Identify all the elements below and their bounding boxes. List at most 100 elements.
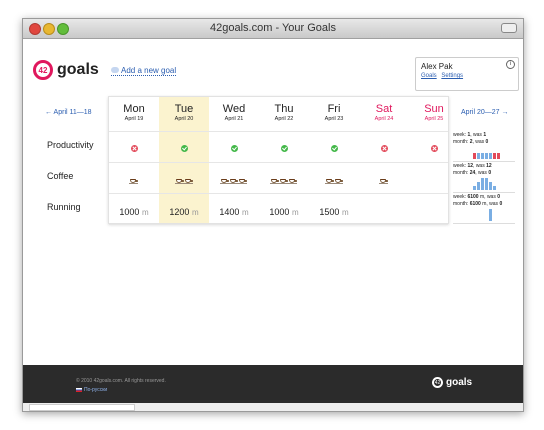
cross-icon <box>430 145 438 153</box>
settings-link[interactable]: Settings <box>441 73 463 79</box>
info-icon[interactable]: i <box>506 60 515 69</box>
footer-logo-badge: 42 <box>432 377 443 388</box>
stat-part: month <box>453 170 467 176</box>
stat-part: month <box>453 139 467 145</box>
row-divider <box>109 131 448 132</box>
running-value: 1500 m <box>319 207 348 217</box>
goal-label[interactable]: Coffee <box>47 171 73 181</box>
footer-logo[interactable]: 42 goals <box>432 377 472 388</box>
day-date: April 19 <box>124 116 144 122</box>
goal-cell[interactable] <box>209 140 259 158</box>
user-links: Goals Settings <box>421 73 466 79</box>
running-number: 1000 <box>119 207 140 217</box>
goal-stats: week: 6100 m, was 0 month: 6100 m, was 0 <box>453 194 513 208</box>
day-header-tue: Tue April 20 <box>159 103 209 122</box>
stats-divider <box>453 223 515 224</box>
running-value: 1000 m <box>119 207 148 217</box>
goal-cell[interactable]: 1500 m <box>309 202 359 220</box>
next-week-link[interactable]: April 20—27 → <box>461 109 508 116</box>
sparkline-bar <box>477 182 480 190</box>
day-date: April 20 <box>174 116 194 122</box>
goal-cell[interactable] <box>109 171 159 189</box>
site-logo[interactable]: 42 goals <box>33 60 99 80</box>
russian-flag-icon <box>76 387 82 392</box>
day-header-thu: Thu April 22 <box>259 103 309 122</box>
window-title: 42goals.com - Your Goals <box>210 22 336 34</box>
check-icon <box>280 145 288 153</box>
sparkline-bar <box>473 186 476 190</box>
running-number: 1400 <box>219 207 240 217</box>
goal-cell[interactable]: 1000 m <box>259 202 309 220</box>
sparkline-bar <box>477 153 480 159</box>
goal-cell[interactable] <box>359 140 409 158</box>
coffee-cup-icon <box>229 178 238 184</box>
goal-sparkline <box>473 176 503 190</box>
day-name: Sun <box>424 103 444 115</box>
goal-cell[interactable] <box>259 171 309 189</box>
row-divider <box>109 193 448 194</box>
coffee-cup-icon <box>279 178 288 184</box>
goal-label[interactable]: Productivity <box>47 140 94 150</box>
language-label: По-русски <box>84 387 108 393</box>
sparkline-bar <box>493 186 496 190</box>
goal-cell[interactable] <box>159 140 209 158</box>
title-bar: 42goals.com - Your Goals <box>23 19 523 39</box>
coffee-cup-icon <box>333 178 343 184</box>
goal-cell[interactable] <box>159 171 209 189</box>
coffee-cup-icon <box>129 178 138 184</box>
coffee-cup-icon <box>183 178 193 184</box>
sparkline-bar <box>489 153 492 159</box>
stat-part: m <box>479 194 485 200</box>
sparkline-bar <box>489 182 492 190</box>
logo-text: goals <box>57 61 99 78</box>
goal-cell[interactable] <box>259 140 309 158</box>
goal-cell[interactable]: 1000 m <box>109 202 159 220</box>
stat-part: 6100 <box>467 194 479 200</box>
check-icon <box>230 145 238 153</box>
stat-part: 12 <box>467 163 474 169</box>
toolbar-toggle-button[interactable] <box>501 23 517 33</box>
running-number: 1500 <box>319 207 340 217</box>
running-number: 1200 <box>169 207 190 217</box>
sparkline-bar <box>481 153 484 159</box>
goal-cell[interactable]: 1200 m <box>159 202 209 220</box>
user-name: Alex Pak <box>421 62 453 71</box>
add-goal-icon <box>111 67 119 73</box>
previous-week-link[interactable]: ← April 11—18 <box>45 109 92 116</box>
goal-cell[interactable] <box>109 140 159 158</box>
add-goal-link[interactable]: Add a new goal <box>111 66 177 76</box>
coffee-cup-icon <box>270 178 279 184</box>
coffee-cup-icon <box>174 178 184 184</box>
goals-link[interactable]: Goals <box>421 73 437 79</box>
footer-logo-text: goals <box>446 377 473 388</box>
stat-part: 1 <box>483 132 487 138</box>
goal-cell[interactable] <box>309 140 359 158</box>
logo-badge: 42 <box>33 60 53 80</box>
stat-part: was <box>486 194 496 200</box>
cross-icon <box>380 145 388 153</box>
status-field <box>29 404 135 411</box>
language-link[interactable]: По-русски <box>76 387 107 393</box>
week-stat: week: 6100 m, was 0 <box>453 194 501 200</box>
day-header-fri: Fri April 23 <box>309 103 359 122</box>
stat-part: week <box>453 163 465 169</box>
goal-cell[interactable] <box>359 171 409 189</box>
sparkline-bar <box>497 153 500 159</box>
coffee-cup-icon <box>220 178 229 184</box>
goal-label[interactable]: Running <box>47 202 81 212</box>
goal-cell[interactable] <box>409 140 459 158</box>
goal-cell[interactable] <box>209 171 259 189</box>
day-date: April 25 <box>424 116 444 122</box>
goal-cell[interactable]: 1400 m <box>209 202 259 220</box>
coffee-cup-icon <box>379 178 388 184</box>
sparkline-bar <box>493 153 496 159</box>
running-unit: m <box>341 208 349 217</box>
goal-cell[interactable] <box>309 171 359 189</box>
day-name: Wed <box>222 103 246 115</box>
running-value: 1400 m <box>219 207 248 217</box>
sparkline-bar <box>489 209 492 221</box>
stat-part: was <box>473 132 482 138</box>
stats-divider <box>453 161 515 162</box>
week-stat: week: 1, was 1 <box>453 132 487 138</box>
row-divider <box>109 162 448 163</box>
